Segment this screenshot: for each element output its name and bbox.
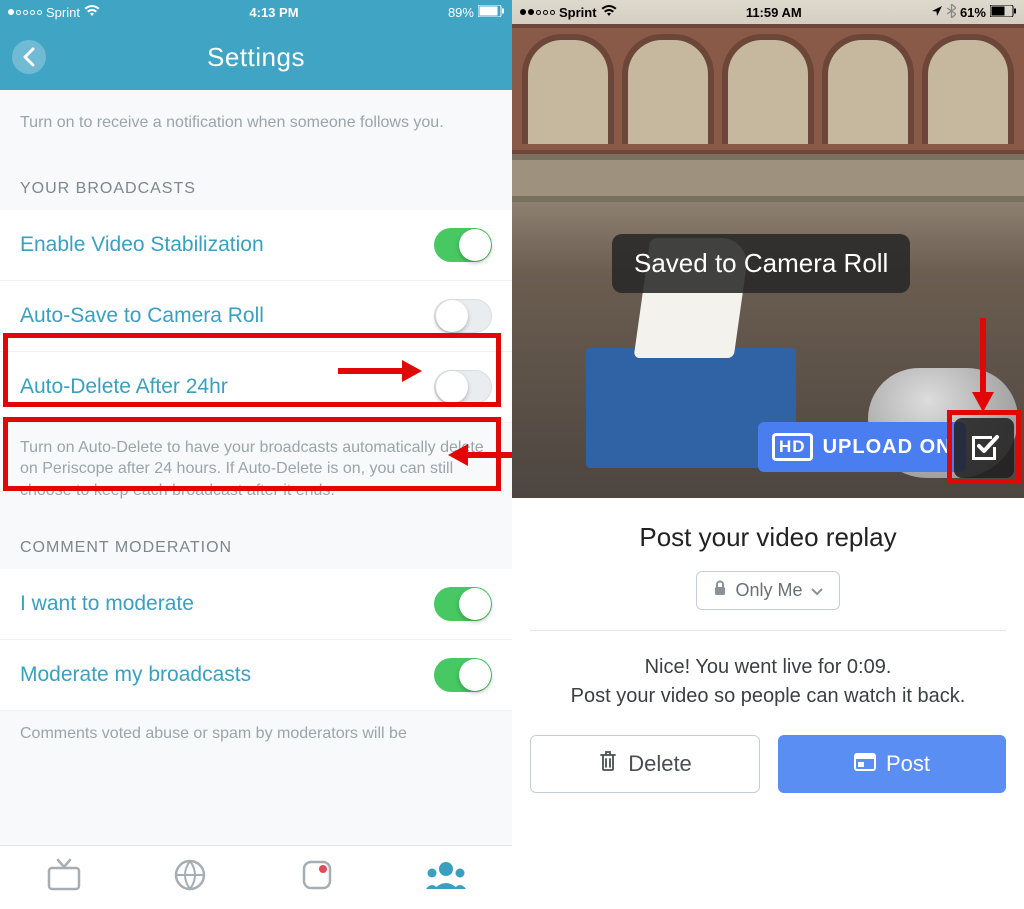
post-panel: Post your video replay Only Me Nice! You… [512,498,1024,909]
row-moderate-broadcasts[interactable]: Moderate my broadcasts [0,640,512,711]
post-button[interactable]: Post [778,735,1006,793]
autodelete-help: Turn on Auto-Delete to have your broadca… [0,423,512,530]
row-label: Enable Video Stabilization [20,233,264,257]
battery-percent-label: 89% [448,5,474,20]
battery-icon [478,5,504,20]
periscope-settings-screen: Sprint 4:13 PM 89% Settings Turn on to r… [0,0,512,909]
facebook-post-replay-screen: Sprint 11:59 AM 61% [512,0,1024,909]
globe-icon[interactable] [173,858,207,897]
signal-dots-icon [8,9,42,15]
row-autosave-camera-roll[interactable]: Auto-Save to Camera Roll [0,281,512,352]
status-bar: Sprint 4:13 PM 89% [0,0,512,24]
battery-percent-label: 61% [960,5,986,20]
clock-label: 11:59 AM [746,5,802,20]
row-video-stabilization[interactable]: Enable Video Stabilization [0,210,512,281]
hd-icon: HD [772,433,813,461]
delete-label: Delete [628,751,692,777]
toggle-autosave[interactable] [434,299,492,333]
toggle-moderate-broadcasts[interactable] [434,658,492,692]
post-message: Nice! You went live for 0:09. Post your … [571,653,966,711]
chevron-down-icon [811,580,823,601]
save-to-camera-roll-button[interactable] [954,418,1014,478]
post-title: Post your video replay [639,522,896,553]
tv-icon[interactable] [46,858,82,897]
moderation-help: Comments voted abuse or spam by moderato… [0,711,512,781]
bottom-nav [0,845,512,909]
row-label: Moderate my broadcasts [20,663,251,687]
broadcast-icon[interactable] [299,857,335,898]
wifi-icon [601,5,617,20]
nav-header: Settings [0,24,512,90]
signal-dots-icon [520,9,555,15]
upload-label: UPLOAD ON [823,436,952,459]
row-label: Auto-Save to Camera Roll [20,304,264,328]
location-icon [931,5,943,20]
post-icon [854,751,876,777]
section-header-broadcasts: YOUR BROADCASTS [0,170,512,210]
follow-notification-help: Turn on to receive a notification when s… [0,90,512,170]
delete-button[interactable]: Delete [530,735,760,793]
video-preview: Saved to Camera Roll HD UPLOAD ON [512,0,1024,498]
saved-toast: Saved to Camera Roll [612,234,910,293]
people-icon[interactable] [426,859,466,896]
trash-icon [598,750,618,778]
carrier-label: Sprint [46,5,80,20]
bluetooth-icon [947,4,956,21]
divider [530,630,1006,631]
status-bar: Sprint 11:59 AM 61% [512,0,1024,24]
settings-body: Turn on to receive a notification when s… [0,90,512,845]
page-title: Settings [207,42,305,73]
carrier-label: Sprint [559,5,597,20]
toggle-autodelete[interactable] [434,370,492,404]
clock-label: 4:13 PM [249,5,298,20]
toggle-video-stabilization[interactable] [434,228,492,262]
row-want-moderate[interactable]: I want to moderate [0,569,512,640]
background-building [512,24,1024,154]
lock-icon [713,580,727,601]
row-autodelete-24hr[interactable]: Auto-Delete After 24hr [0,352,512,423]
privacy-label: Only Me [735,580,802,601]
post-label: Post [886,751,930,777]
row-label: Auto-Delete After 24hr [20,375,228,399]
chevron-left-icon [22,47,36,67]
row-label: I want to moderate [20,592,194,616]
hd-upload-button[interactable]: HD UPLOAD ON [758,422,966,472]
section-header-moderation: COMMENT MODERATION [0,529,512,569]
back-button[interactable] [12,40,46,74]
toggle-want-moderate[interactable] [434,587,492,621]
wifi-icon [84,5,100,20]
checkbox-checked-icon [967,431,1001,465]
battery-icon [990,5,1016,20]
privacy-selector[interactable]: Only Me [696,571,839,610]
